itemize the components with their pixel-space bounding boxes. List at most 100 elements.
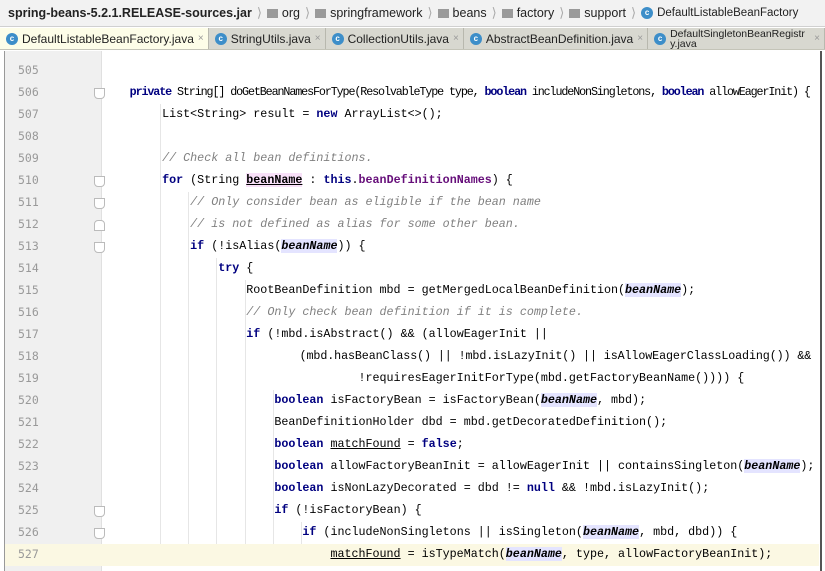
fold-marker-icon[interactable] bbox=[94, 528, 105, 539]
line-number: 517 bbox=[18, 327, 39, 341]
breadcrumb: spring-beans-5.2.1.RELEASE-sources.jar ⟩ o… bbox=[0, 0, 825, 27]
breadcrumb-label: factory bbox=[516, 6, 555, 20]
code-line[interactable]: 516 // Only check bean definition if it … bbox=[5, 302, 819, 324]
code-text: private String[] doGetBeanNamesForType(R… bbox=[106, 85, 811, 99]
folder-icon bbox=[266, 8, 278, 18]
breadcrumb-item[interactable]: beans bbox=[436, 6, 489, 20]
code-line[interactable]: 506 private String[] doGetBeanNamesForTy… bbox=[5, 82, 819, 104]
code-line[interactable]: 521 BeanDefinitionHolder dbd = mbd.getDe… bbox=[5, 412, 819, 434]
code-line[interactable]: 524 boolean isNonLazyDecorated = dbd != … bbox=[5, 478, 819, 500]
breadcrumb-item[interactable]: support bbox=[567, 6, 628, 20]
code-token: ); bbox=[800, 459, 815, 473]
code-line[interactable]: 508 bbox=[5, 126, 819, 148]
code-line[interactable]: 514 try { bbox=[5, 258, 819, 280]
fold-marker-icon[interactable] bbox=[94, 506, 105, 517]
code-line[interactable]: 515 RootBeanDefinition mbd = getMergedLo… bbox=[5, 280, 819, 302]
class-icon: c bbox=[214, 32, 227, 45]
breadcrumb-item[interactable]: springframework bbox=[313, 6, 424, 20]
highlighted-identifier: beanName bbox=[540, 393, 597, 407]
code-line[interactable]: 505 bbox=[5, 60, 819, 82]
keyword: try bbox=[218, 261, 240, 275]
fold-marker-icon[interactable] bbox=[94, 220, 105, 231]
code-text: matchFound = isTypeMatch(beanName, type,… bbox=[106, 547, 772, 561]
keyword: boolean bbox=[274, 481, 324, 495]
code-line[interactable]: 520 boolean isFactoryBean = isFactoryBea… bbox=[5, 390, 819, 412]
editor-tab[interactable]: c DefaultListableBeanFactory.java × bbox=[0, 28, 209, 49]
line-number: 522 bbox=[18, 437, 39, 451]
close-tab-icon[interactable]: × bbox=[637, 33, 643, 44]
code-line[interactable]: 526 if (includeNonSingletons || isSingle… bbox=[5, 522, 819, 544]
code-text: List<String> result = new ArrayList<>(); bbox=[106, 107, 443, 121]
code-editor[interactable]: 505 506 private String[] doGetBeanNamesFo… bbox=[4, 51, 820, 571]
close-tab-icon[interactable]: × bbox=[814, 33, 820, 44]
line-number: 519 bbox=[18, 371, 39, 385]
line-number: 521 bbox=[18, 415, 39, 429]
keyword: for bbox=[162, 173, 184, 187]
code-line[interactable]: 519 !requiresEagerInitForType(mbd.getFac… bbox=[5, 368, 819, 390]
code-text: try { bbox=[106, 261, 253, 275]
keyword: null bbox=[526, 481, 555, 495]
line-number: 525 bbox=[18, 503, 39, 517]
breadcrumb-label: support bbox=[584, 6, 626, 20]
code-token: ArrayList<>(); bbox=[337, 107, 443, 121]
breadcrumb-item[interactable]: factory bbox=[500, 6, 557, 20]
close-tab-icon[interactable]: × bbox=[453, 33, 459, 44]
code-line[interactable]: 507 List<String> result = new ArrayList<… bbox=[5, 104, 819, 126]
code-token: allowFactoryBeanInit = allowEagerInit ||… bbox=[323, 459, 745, 473]
line-number: 515 bbox=[18, 283, 39, 297]
breadcrumb-item[interactable]: org bbox=[265, 6, 302, 20]
breadcrumb-label: DefaultListableBeanFactory bbox=[657, 6, 799, 19]
code-token: isNonLazyDecorated = dbd != bbox=[323, 481, 527, 495]
fold-marker-icon[interactable] bbox=[94, 176, 105, 187]
breadcrumb-separator: ⟩ bbox=[427, 5, 433, 20]
class-icon: c bbox=[654, 32, 667, 45]
code-line[interactable]: 509 // Check all bean definitions. bbox=[5, 148, 819, 170]
code-token: , mbd); bbox=[596, 393, 647, 407]
code-line[interactable]: 511 // Only consider bean as eligible if… bbox=[5, 192, 819, 214]
editor-tab[interactable]: c DefaultSingletonBeanRegistry.java × bbox=[648, 28, 825, 49]
code-text: boolean isFactoryBean = isFactoryBean(be… bbox=[106, 393, 646, 407]
code-line[interactable]: 510 for (String beanName : this.beanDefi… bbox=[5, 170, 819, 192]
fold-marker-icon[interactable] bbox=[94, 198, 105, 209]
breadcrumb-separator: ⟩ bbox=[256, 5, 262, 20]
tab-label: DefaultSingletonBeanRegistry.java bbox=[670, 27, 805, 50]
code-text: !requiresEagerInitForType(mbd.getFactory… bbox=[106, 371, 744, 385]
editor-tab[interactable]: c CollectionUtils.java × bbox=[326, 28, 464, 49]
close-tab-icon[interactable]: × bbox=[198, 33, 204, 44]
code-line[interactable]: 518 (mbd.hasBeanClass() || !mbd.isLazyIn… bbox=[5, 346, 819, 368]
code-line[interactable]: 527 matchFound = isTypeMatch(beanName, t… bbox=[5, 544, 819, 566]
tab-label: StringUtils.java bbox=[230, 31, 311, 46]
line-number: 516 bbox=[18, 305, 39, 319]
tab-label: AbstractBeanDefinition.java bbox=[485, 31, 634, 46]
breadcrumb-item[interactable]: spring-beans-5.2.1.RELEASE-sources.jar bbox=[0, 6, 254, 20]
code-text: if (!isFactoryBean) { bbox=[106, 503, 421, 517]
code-line[interactable]: 517 if (!mbd.isAbstract() && (allowEager… bbox=[5, 324, 819, 346]
editor-tab[interactable]: c AbstractBeanDefinition.java × bbox=[464, 28, 649, 49]
code-token: isFactoryBean = isFactoryBean( bbox=[323, 393, 541, 407]
code-line[interactable]: 512 // is not defined as alias for some … bbox=[5, 214, 819, 236]
fold-marker-icon[interactable] bbox=[94, 88, 105, 99]
code-token: List<String> result = bbox=[106, 107, 317, 121]
code-line[interactable]: 523 boolean allowFactoryBeanInit = allow… bbox=[5, 456, 819, 478]
line-number: 520 bbox=[18, 393, 39, 407]
code-token: ; bbox=[456, 437, 464, 451]
fold-marker-icon[interactable] bbox=[94, 242, 105, 253]
breadcrumb-item[interactable]: c DefaultListableBeanFactory bbox=[639, 7, 800, 19]
code-line[interactable]: 522 boolean matchFound = false; bbox=[5, 434, 819, 456]
code-line[interactable]: 525 if (!isFactoryBean) { bbox=[5, 500, 819, 522]
keyword: if bbox=[302, 525, 317, 539]
comment: // Only consider bean as eligible if the… bbox=[190, 195, 541, 209]
editor-tab[interactable]: c StringUtils.java × bbox=[209, 28, 326, 49]
line-number: 511 bbox=[18, 195, 39, 209]
code-text: boolean allowFactoryBeanInit = allowEage… bbox=[106, 459, 814, 473]
close-tab-icon[interactable]: × bbox=[315, 33, 321, 44]
code-line[interactable]: 513 if (!isAlias(beanName)) { bbox=[5, 236, 819, 258]
comment: // Only check bean definition if it is c… bbox=[246, 305, 583, 319]
